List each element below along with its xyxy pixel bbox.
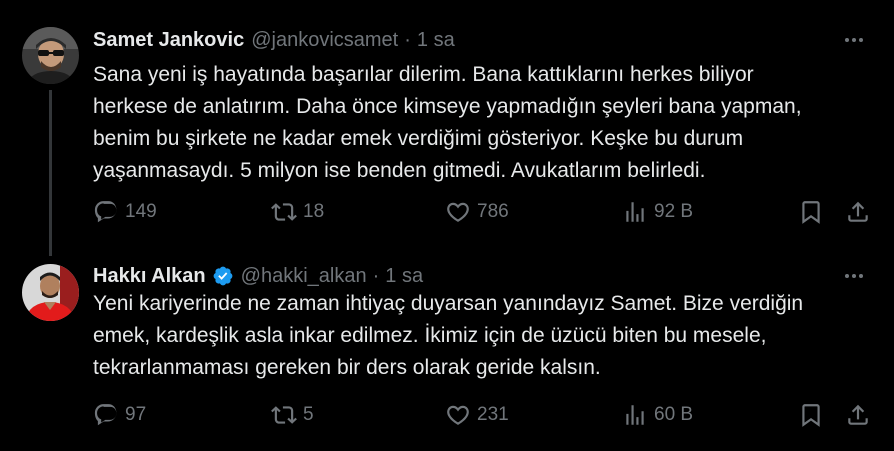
share-button[interactable] [845,400,871,430]
reply-button[interactable]: 97 [93,400,146,430]
repost-count: 5 [303,404,314,425]
display-name[interactable]: Hakkı Alkan [93,264,206,288]
user-handle[interactable]: @jankovicsamet [251,28,398,52]
tweet-text: Sana yeni iş hayatında başarılar dilerim… [93,59,883,187]
more-icon[interactable] [842,266,866,286]
tweet[interactable]: Hakkı Alkan @hakki_alkan · 1 sa Yeni kar… [0,250,894,451]
tweet-text-line: Sana yeni iş hayatında başarılar dilerim… [93,63,754,86]
repost-icon [271,203,297,221]
like-button[interactable]: 786 [445,197,509,227]
like-icon [447,405,469,425]
tweet-text-line: emek, kardeşlik asla inkar edilmez. İkim… [93,324,767,347]
action-bar: 97 5 231 60 B [93,400,883,430]
views-icon [626,202,644,222]
views-button[interactable]: 92 B [622,197,693,227]
user-handle[interactable]: @hakki_alkan [241,264,367,288]
share-icon [848,404,868,425]
tweet-header: Samet Jankovic @jankovicsamet · 1 sa [93,28,455,52]
tweet-text-line: tekrarlanmaması gereken bir ders olarak … [93,356,601,379]
avatar[interactable] [22,27,79,84]
tweet-text: Yeni kariyerinde ne zaman ihtiyaç duyars… [93,288,883,384]
tweet-header: Hakkı Alkan @hakki_alkan · 1 sa [93,264,423,288]
tweet-text-line: yaşanmasaydı. 5 milyon ise benden gitmed… [93,159,706,182]
views-icon [626,405,644,425]
repost-icon [271,406,297,424]
bookmark-icon [802,201,820,224]
like-count: 786 [477,201,509,222]
like-button[interactable]: 231 [445,400,509,430]
display-name[interactable]: Samet Jankovic [93,28,244,52]
reply-count: 149 [125,201,157,222]
verified-badge-icon[interactable] [212,265,234,287]
timestamp[interactable]: 1 sa [417,28,455,52]
views-button[interactable]: 60 B [622,400,693,430]
bookmark-button[interactable] [798,197,824,227]
like-count: 231 [477,404,509,425]
avatar[interactable] [22,264,79,321]
tweet-text-line: benim bu şirkete ne kadar emek verdiğimi… [93,127,744,150]
reply-icon [94,201,117,223]
views-count: 92 B [654,201,694,222]
more-icon[interactable] [842,30,866,50]
repost-button[interactable]: 18 [271,197,324,227]
reply-button[interactable]: 149 [93,197,157,227]
like-icon [447,202,469,222]
reply-count: 97 [125,404,147,425]
bookmark-button[interactable] [798,400,824,430]
separator-dot: · [372,265,380,287]
share-icon [848,201,868,222]
thread-line [49,90,52,256]
timestamp[interactable]: 1 sa [385,264,423,288]
repost-count: 18 [303,201,325,222]
share-button[interactable] [845,197,871,227]
views-count: 60 B [654,404,694,425]
bookmark-icon [802,404,820,427]
separator-dot: · [404,29,411,51]
tweet[interactable]: Samet Jankovic @jankovicsamet · 1 sa San… [0,0,894,256]
reply-icon [94,404,117,426]
tweet-text-line: Yeni kariyerinde ne zaman ihtiyaç duyars… [93,292,804,315]
repost-button[interactable]: 5 [271,400,314,430]
action-bar: 149 18 786 92 B [93,197,883,227]
tweet-text-line: herkese de anlatırım. Daha önce kimseye … [93,95,802,118]
